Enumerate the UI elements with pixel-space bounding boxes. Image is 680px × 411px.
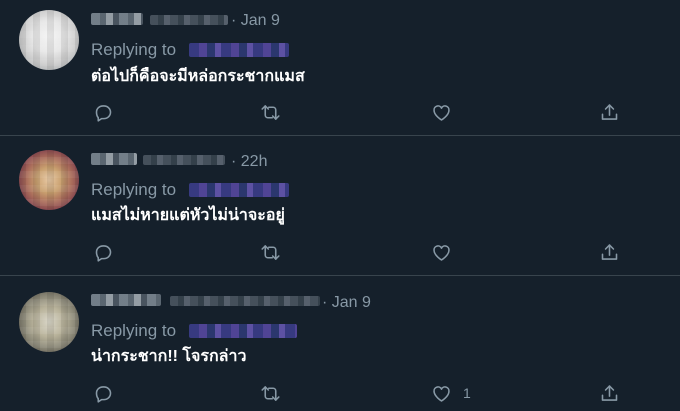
like-count: 1	[463, 385, 471, 401]
avatar[interactable]	[19, 10, 79, 70]
mention-link-redacted[interactable]	[189, 43, 289, 57]
display-name-redacted[interactable]	[91, 13, 143, 25]
tweet-item[interactable]: · Jan 9 Replying to น่ากระชาก!! โจรกล่าว…	[0, 276, 680, 411]
reply-button[interactable]	[91, 100, 115, 124]
retweet-button[interactable]	[258, 100, 282, 124]
share-button[interactable]	[597, 240, 621, 264]
mention-link-redacted[interactable]	[189, 183, 289, 197]
mention-link-redacted[interactable]	[189, 324, 297, 338]
heart-icon	[432, 244, 450, 261]
like-button[interactable]	[429, 381, 453, 405]
share-icon	[601, 103, 617, 120]
share-button[interactable]	[597, 100, 621, 124]
share-button[interactable]	[597, 381, 621, 405]
share-icon	[601, 384, 617, 401]
reply-icon	[95, 104, 111, 122]
tweet-text: น่ากระชาก!! โจรกล่าว	[91, 348, 247, 365]
reply-icon	[95, 385, 111, 403]
like-button[interactable]	[429, 100, 453, 124]
replying-to-label: Replying to	[91, 180, 177, 199]
username-redacted	[143, 155, 225, 165]
reply-button[interactable]	[91, 381, 115, 405]
tweet-timestamp[interactable]: · Jan 9	[322, 294, 371, 312]
replying-to-label: Replying to	[91, 321, 177, 340]
reply-icon	[95, 244, 111, 262]
reply-feed: · Jan 9 Replying to ต่อไปก็คือจะมีหล่อกร…	[0, 0, 680, 411]
display-name-redacted[interactable]	[91, 294, 161, 306]
retweet-icon	[260, 104, 280, 120]
username-redacted	[170, 296, 320, 306]
retweet-icon	[260, 385, 280, 401]
username-redacted	[150, 15, 228, 25]
avatar[interactable]	[19, 150, 79, 210]
heart-icon	[432, 385, 450, 402]
reply-button[interactable]	[91, 240, 115, 264]
retweet-button[interactable]	[258, 381, 282, 405]
retweet-icon	[260, 244, 280, 260]
display-name-redacted[interactable]	[91, 153, 137, 165]
tweet-item[interactable]: · 22h Replying to แมสไม่หายแต่หัวไม่น่าจ…	[0, 136, 680, 276]
tweet-text: แมสไม่หายแต่หัวไม่น่าจะอยู่	[91, 207, 285, 224]
like-button[interactable]	[429, 240, 453, 264]
avatar[interactable]	[19, 292, 79, 352]
heart-icon	[432, 104, 450, 121]
tweet-text: ต่อไปก็คือจะมีหล่อกระชากแมส	[91, 68, 305, 85]
tweet-timestamp[interactable]: · 22h	[231, 153, 267, 171]
tweet-item[interactable]: · Jan 9 Replying to ต่อไปก็คือจะมีหล่อกร…	[0, 0, 680, 136]
replying-to-label: Replying to	[91, 40, 177, 59]
retweet-button[interactable]	[258, 240, 282, 264]
share-icon	[601, 243, 617, 260]
tweet-timestamp[interactable]: · Jan 9	[231, 12, 280, 30]
